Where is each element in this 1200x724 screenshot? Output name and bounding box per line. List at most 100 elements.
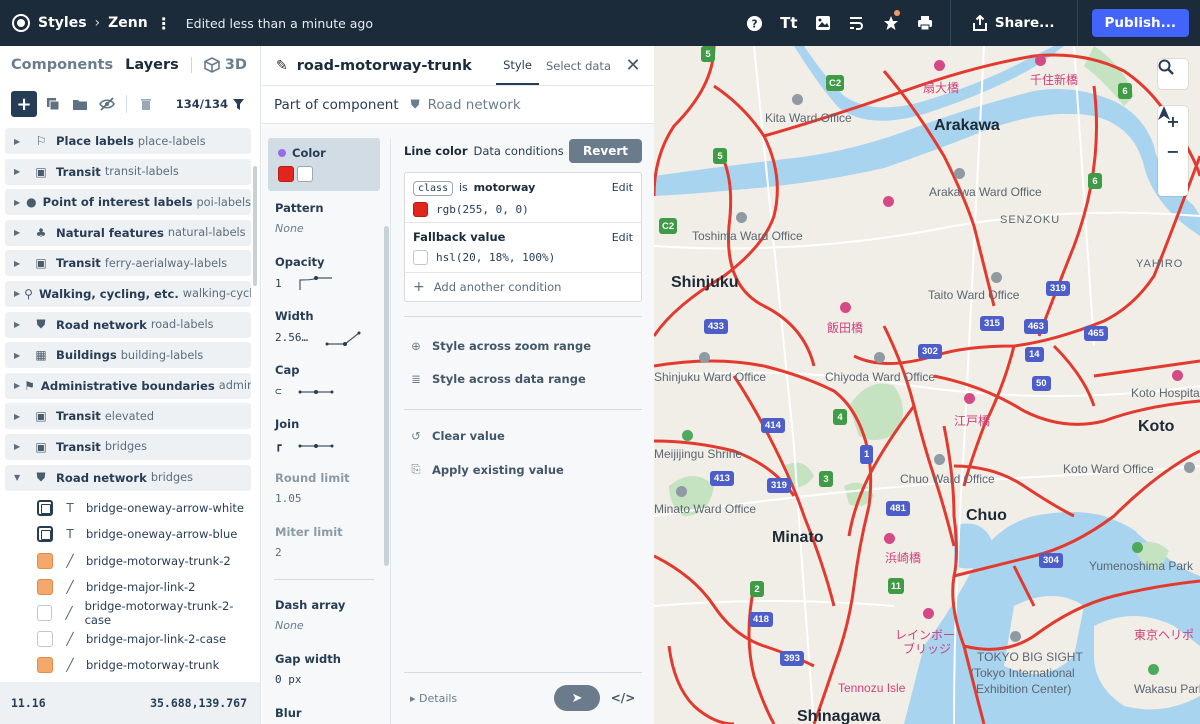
edit-condition-button[interactable]: Edit xyxy=(612,181,633,194)
property-join[interactable]: Join ┏ xyxy=(268,417,380,471)
code-view-icon[interactable]: </> xyxy=(608,691,638,705)
caret-right-icon[interactable]: ▶ xyxy=(14,412,28,421)
scrollbar[interactable] xyxy=(253,166,257,286)
color-swatch[interactable] xyxy=(413,202,428,217)
property-color[interactable]: Color xyxy=(268,138,380,191)
folder-icon[interactable] xyxy=(69,93,91,115)
typography-icon[interactable]: Tt xyxy=(772,0,806,46)
caret-right-icon[interactable]: ▶ xyxy=(14,259,28,268)
color-swatch[interactable] xyxy=(413,250,428,265)
tab-3d[interactable]: 3D xyxy=(203,57,247,73)
property-miter-limit[interactable]: Miter limit 2 xyxy=(268,525,380,579)
property-blur[interactable]: Blur xyxy=(268,706,380,720)
property-width[interactable]: Width 2.56… xyxy=(268,309,380,363)
tab-components[interactable]: Components xyxy=(11,57,113,73)
zoom-range-button[interactable]: ⊕ Style across zoom range xyxy=(408,339,591,353)
caret-right-icon[interactable]: ▶ xyxy=(14,289,20,298)
property-dash-array[interactable]: Dash array None xyxy=(268,598,380,652)
layer-filter[interactable]: 134/134 xyxy=(176,97,244,111)
scrollbar[interactable] xyxy=(384,226,389,566)
property-opacity[interactable]: Opacity 1 xyxy=(268,255,380,309)
line-color-editor: Line color Data conditions Revert class … xyxy=(404,138,642,302)
layer-group[interactable]: ▶ ▣ Transit bridges xyxy=(5,433,251,460)
condition-row[interactable]: class is motorway Edit rgb(255, 0, 0) xyxy=(405,173,641,223)
tab-layers[interactable]: Layers xyxy=(125,57,179,73)
color-swatch xyxy=(37,578,53,595)
layer-item[interactable]: ╱ bridge-major-link-2 xyxy=(5,574,251,600)
caret-right-icon[interactable]: ▶ xyxy=(14,198,22,207)
hide-icon[interactable] xyxy=(96,93,118,115)
cap-icon: ⊂ xyxy=(275,385,282,398)
zoom-out-icon[interactable]: − xyxy=(1158,136,1188,166)
duplicate-icon[interactable] xyxy=(42,93,64,115)
print-icon[interactable] xyxy=(908,0,942,46)
whats-new-icon[interactable] xyxy=(874,0,908,46)
caret-right-icon[interactable]: ▶ xyxy=(14,228,28,237)
breadcrumb-project[interactable]: Zenn xyxy=(108,15,148,31)
property-gap-width[interactable]: Gap width 0 px xyxy=(268,652,380,706)
layer-group[interactable]: ▶⚲Walking, cycling, etc.walking-cycling xyxy=(5,280,251,307)
property-pattern[interactable]: Pattern None xyxy=(268,201,380,255)
map-label: Taito Ward Office xyxy=(928,288,1020,302)
layer-group[interactable]: ▶ ⛊ Road network road-labels xyxy=(5,311,251,338)
text-type-icon: T xyxy=(66,527,74,542)
image-icon[interactable] xyxy=(806,0,840,46)
map-search-control[interactable] xyxy=(1158,59,1188,89)
trash-icon[interactable] xyxy=(135,93,157,115)
layer-item[interactable]: ╱ bridge-motorway-trunk-2-case xyxy=(5,599,251,627)
map-label: Koto Ward Office xyxy=(1063,462,1154,476)
map-canvas[interactable]: Arakawa Shinjuku Chuo Minato Koto Shinag… xyxy=(654,46,1200,724)
property-round-limit[interactable]: Round limit 1.05 xyxy=(268,471,380,525)
layer-group[interactable]: ▶ ⚑ Administrative boundaries admin xyxy=(5,372,251,399)
cursor-mode-icon[interactable]: ➤ xyxy=(554,685,600,711)
caret-right-icon[interactable]: ▶ xyxy=(14,381,20,390)
component-link[interactable]: Road network xyxy=(428,97,521,113)
caret-down-icon[interactable]: ▼ xyxy=(14,473,28,482)
layer-group[interactable]: ▶ ♣ Natural features natural-labels xyxy=(5,219,251,246)
layer-group[interactable]: ▶ ⚐ Place labels place-labels xyxy=(5,128,251,154)
caret-right-icon[interactable]: ▶ xyxy=(14,137,28,146)
caret-right-icon[interactable]: ▶ xyxy=(14,351,28,360)
caret-right-icon[interactable]: ▶ xyxy=(14,320,28,329)
clear-value-button[interactable]: ↺ Clear value xyxy=(408,429,505,443)
layer-item[interactable]: Tbridge-oneway-arrow-white xyxy=(5,495,251,521)
close-icon[interactable]: ✕ xyxy=(618,55,648,76)
layer-group[interactable]: ▶ ▣ Transit ferry-aerialway-labels xyxy=(5,250,251,277)
data-range-button[interactable]: ≣ Style across data range xyxy=(408,372,586,386)
fallback-row[interactable]: Fallback value Edit hsl(20, 18%, 100%) xyxy=(405,223,641,273)
tab-style[interactable]: Style xyxy=(496,46,539,85)
property-cap[interactable]: Cap ⊂ xyxy=(268,363,380,417)
help-icon[interactable]: ? xyxy=(738,0,772,46)
search-icon[interactable] xyxy=(1158,59,1188,89)
layer-item[interactable]: ╱ bridge-motorway-trunk-2 xyxy=(5,548,251,574)
breadcrumb-styles[interactable]: Styles xyxy=(38,15,87,31)
share-button[interactable]: Share... xyxy=(959,0,1069,46)
revert-button[interactable]: Revert xyxy=(569,139,642,163)
top-bar: Styles › Zenn ⋮ Edited less than a minut… xyxy=(0,0,1200,46)
wrap-text-icon[interactable] xyxy=(840,0,874,46)
layer-group[interactable]: ▶ ▦ Buildings building-labels xyxy=(5,342,251,369)
layer-group-expanded[interactable]: ▼ ⛊ Road network bridges xyxy=(5,464,251,491)
divider xyxy=(1076,0,1078,46)
layer-group[interactable]: ▶ ▣ Transit elevated xyxy=(5,403,251,430)
edit-fallback-button[interactable]: Edit xyxy=(612,231,633,244)
map-zoom-controls: + − xyxy=(1158,106,1188,196)
details-toggle[interactable]: ▸ Details xyxy=(410,692,457,705)
apply-existing-button[interactable]: ⎘ Apply existing value xyxy=(408,462,563,477)
layer-group[interactable]: ▶ ▣ Transit transit-labels xyxy=(5,158,251,185)
mapbox-logo-icon[interactable] xyxy=(12,14,30,32)
route-shield: 481 xyxy=(886,501,910,516)
compass-icon[interactable] xyxy=(1158,106,1188,196)
add-condition-button[interactable]: + Add another condition xyxy=(405,273,641,301)
tab-select-data[interactable]: Select data xyxy=(539,46,618,85)
layer-item[interactable]: Tbridge-oneway-arrow-blue xyxy=(5,521,251,547)
publish-button[interactable]: Publish... xyxy=(1091,9,1189,37)
add-layer-button[interactable]: + xyxy=(11,91,37,117)
layer-group[interactable]: ▶ ● Point of interest labels poi-labels xyxy=(5,189,251,216)
caret-right-icon[interactable]: ▶ xyxy=(14,167,28,176)
caret-right-icon[interactable]: ▶ xyxy=(14,442,28,451)
layer-title[interactable]: road-motorway-trunk xyxy=(297,58,472,74)
layer-item[interactable]: ╱ bridge-major-link-2-case xyxy=(5,626,251,652)
layer-item[interactable]: ╱ bridge-motorway-trunk xyxy=(5,652,251,678)
kebab-menu-icon[interactable]: ⋮ xyxy=(156,14,172,33)
